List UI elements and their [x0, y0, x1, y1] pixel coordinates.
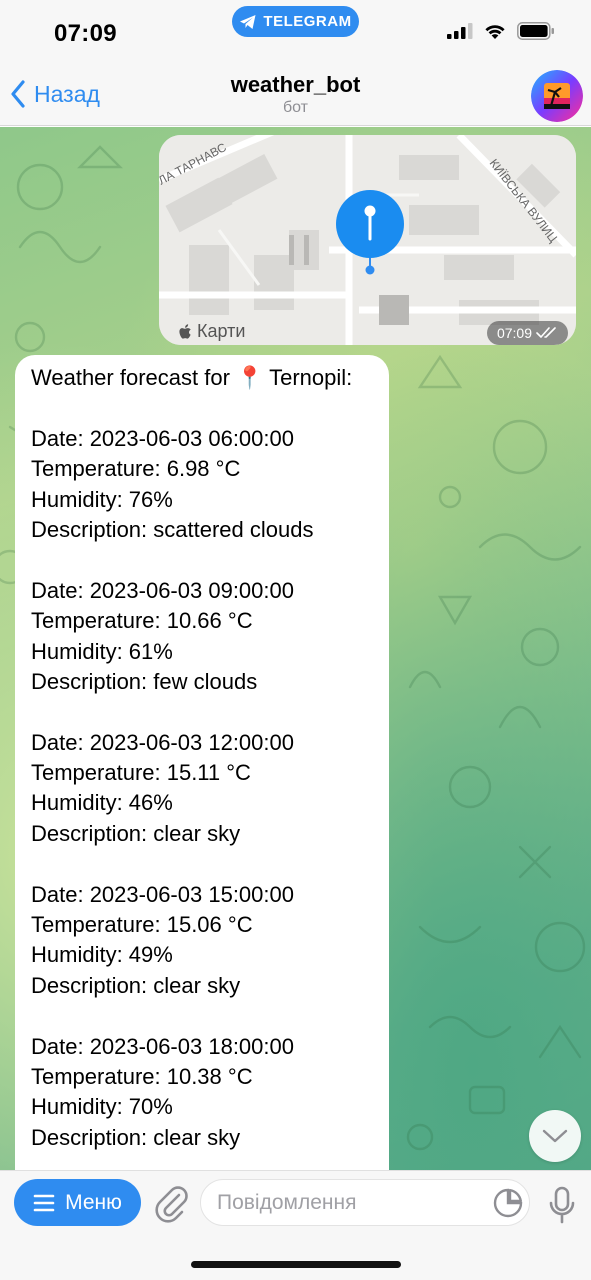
forecast-description: Description: clear sky	[31, 972, 241, 998]
forecast-date: Date: 2023-06-03 18:00:00	[31, 1033, 294, 1059]
chevron-down-icon	[542, 1129, 568, 1143]
chat-subtitle: бот	[282, 99, 309, 116]
chat-title[interactable]: weather_bot	[0, 72, 591, 98]
forecast-humidity: Humidity: 46%	[31, 790, 173, 816]
battery-icon	[517, 22, 554, 40]
wifi-icon	[485, 25, 505, 39]
forecast-temperature: Temperature: 15.06 °C	[31, 912, 253, 938]
cellular-signal-icon	[447, 23, 473, 39]
forecast-temperature: Temperature: 10.38 °C	[31, 1063, 253, 1089]
telegram-pill[interactable]: TELEGRAM	[232, 6, 359, 37]
paperclip-icon[interactable]	[153, 1183, 189, 1223]
map-brand-label: Карти	[197, 321, 246, 341]
forecast-date: Date: 2023-06-03 06:00:00	[31, 425, 294, 451]
forecast-description: Description: scattered clouds	[31, 516, 314, 542]
bot-avatar[interactable]	[531, 70, 583, 122]
apple-logo-icon	[179, 323, 191, 339]
forecast-date: Date: 2023-06-03 09:00:00	[31, 577, 294, 603]
forecast-temperature: Temperature: 6.98 °C	[31, 456, 241, 482]
forecast-date: Date: 2023-06-03 12:00:00	[31, 729, 294, 755]
menu-button-label: Меню	[65, 1190, 122, 1214]
status-bar: 07:09 TELEGRAM	[0, 0, 591, 64]
forecast-date: Date: 2023-06-03 15:00:00	[31, 881, 294, 907]
telegram-pill-label: TELEGRAM	[263, 13, 352, 30]
double-check-icon	[536, 327, 556, 338]
forecast-humidity: Humidity: 61%	[31, 638, 173, 664]
sticker-icon[interactable]	[493, 1188, 523, 1218]
status-icons	[447, 22, 555, 40]
forecast-humidity: Humidity: 70%	[31, 1094, 173, 1120]
message-input[interactable]	[217, 1180, 477, 1225]
message-timestamp: 07:09	[486, 321, 568, 345]
forecast-description: Description: few clouds	[31, 668, 258, 694]
menu-icon	[33, 1194, 55, 1211]
home-indicator[interactable]	[191, 1261, 401, 1268]
bot-menu-button[interactable]: Меню	[14, 1179, 141, 1226]
forecast-description: Description: clear sky	[31, 1124, 241, 1150]
nav-bar: Назад weather_bot бот	[0, 64, 591, 126]
forecast-temperature: Temperature: 10.66 °C	[31, 608, 253, 634]
forecast-header: Weather forecast for 📍 Ternopil:	[31, 365, 353, 390]
chat-area[interactable]: ЛА ТАРНАВС КИЇВСЬКА ВУЛИЦ Карти 07:09 We…	[0, 127, 591, 1170]
map-attribution: Карти	[179, 321, 245, 342]
forecast-humidity: Humidity: 49%	[31, 942, 173, 968]
location-map-message[interactable]: ЛА ТАРНАВС КИЇВСЬКА ВУЛИЦ Карти 07:09	[159, 135, 576, 345]
status-time: 07:09	[54, 20, 117, 47]
forecast-humidity: Humidity: 76%	[31, 486, 173, 512]
weather-forecast-message[interactable]: Weather forecast for 📍 Ternopil: Date: 2…	[15, 355, 389, 1170]
message-input-container[interactable]	[200, 1179, 530, 1226]
map-time-label: 07:09	[496, 325, 532, 341]
scroll-to-bottom-button[interactable]	[529, 1110, 581, 1162]
telegram-plane-icon	[240, 14, 256, 29]
avatar-image	[531, 70, 583, 122]
forecast-temperature: Temperature: 15.11 °C	[31, 760, 251, 786]
forecast-description: Description: clear sky	[31, 820, 241, 846]
microphone-icon[interactable]	[548, 1185, 576, 1225]
map-image: ЛА ТАРНАВС КИЇВСЬКА ВУЛИЦ	[159, 135, 576, 345]
